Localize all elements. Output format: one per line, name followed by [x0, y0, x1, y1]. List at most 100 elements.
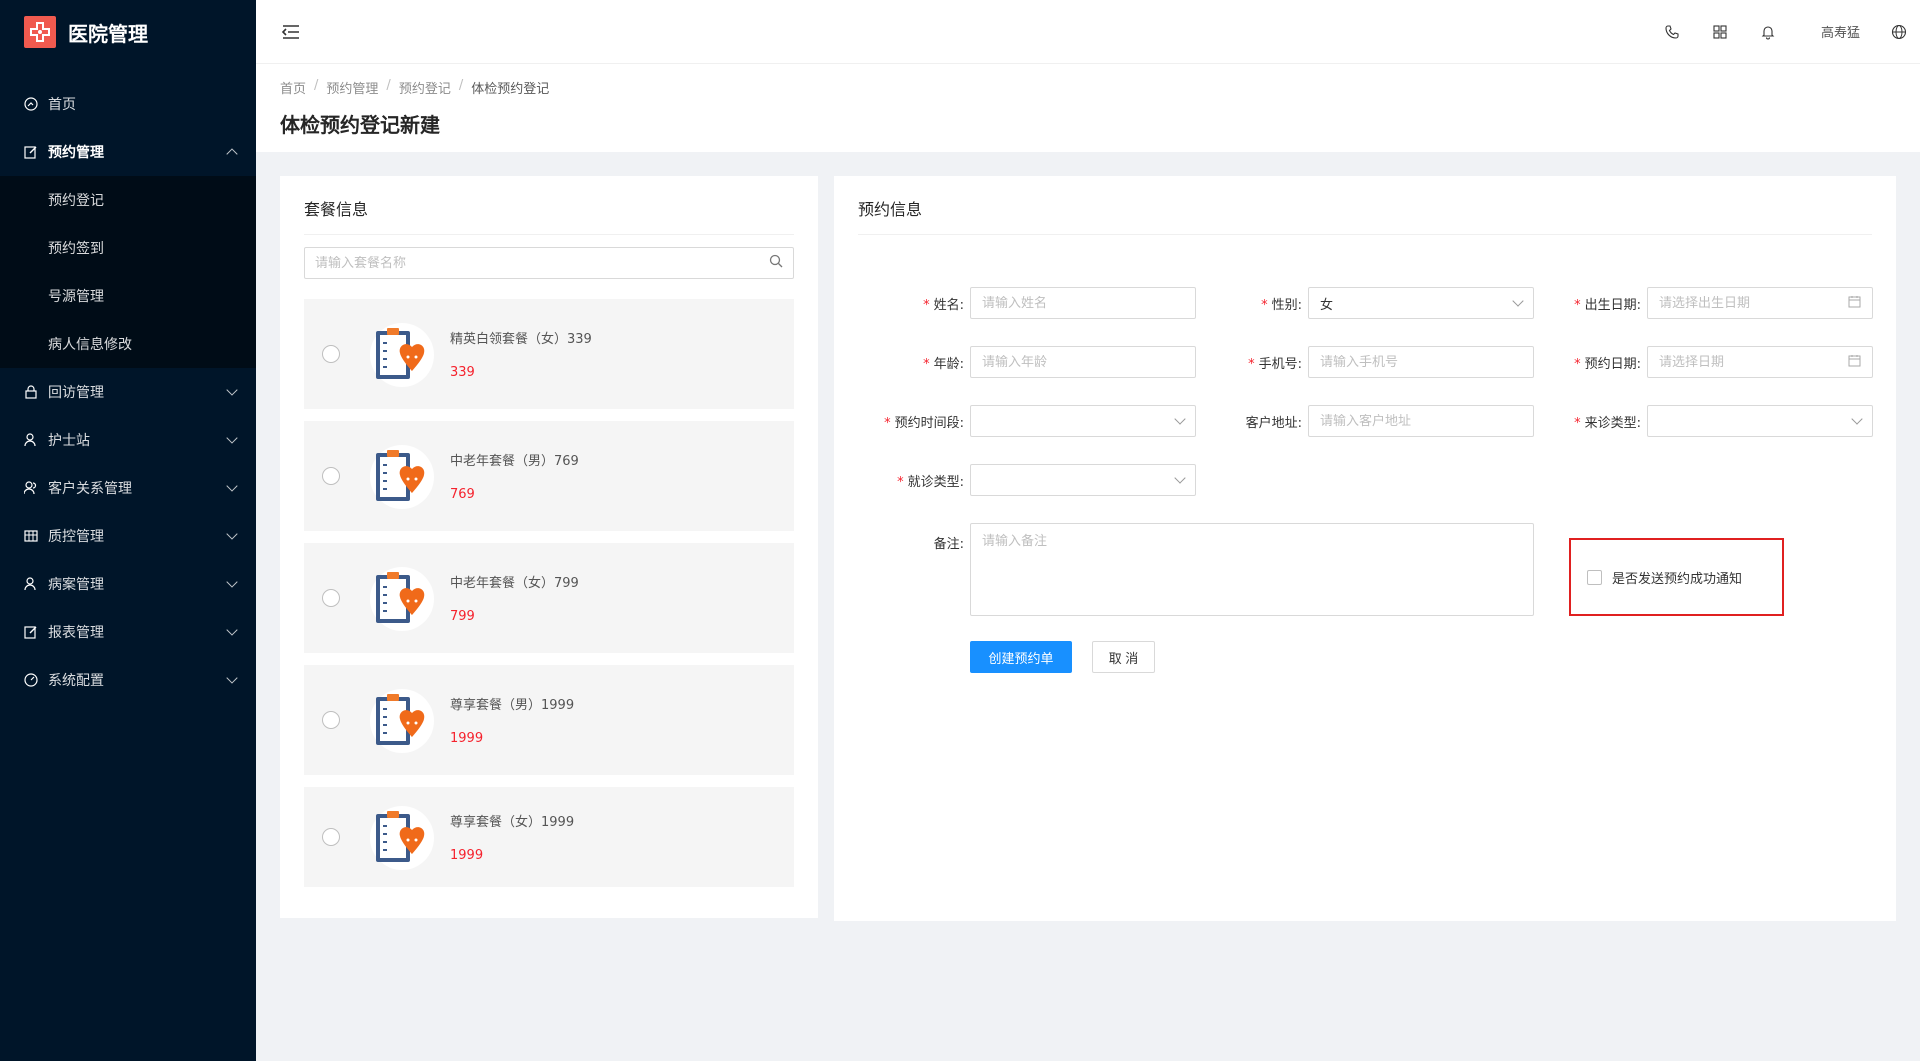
- top-header: 高寿猛: [256, 0, 1920, 64]
- timeslot-select[interactable]: [970, 405, 1196, 437]
- remark-label: 备注:: [933, 537, 964, 552]
- search-icon[interactable]: [769, 254, 783, 272]
- sidebar-item-nurse[interactable]: 护士站: [0, 416, 256, 464]
- remark-textarea[interactable]: [982, 530, 1522, 609]
- sidebar-item-home[interactable]: 首页: [0, 80, 256, 128]
- breadcrumb-appointment[interactable]: 预约管理: [326, 78, 378, 97]
- sidebar-item-checkin[interactable]: 预约签到: [0, 224, 256, 272]
- age-input[interactable]: [982, 354, 1184, 370]
- sidebar-item-settings[interactable]: 系统配置: [0, 656, 256, 704]
- birth-input[interactable]: [1659, 295, 1848, 311]
- sidebar-item-label: 回访管理: [48, 385, 104, 401]
- birth-label: * 出生日期:: [1574, 297, 1641, 313]
- breadcrumb-current: 体检预约登记: [471, 82, 550, 97]
- package-radio[interactable]: [322, 711, 340, 729]
- package-item[interactable]: 尊享套餐（女）1999 1999: [304, 787, 794, 887]
- package-text: 精英白领套餐（女）339 339: [450, 328, 592, 380]
- bell-icon[interactable]: [1759, 23, 1777, 41]
- package-name: 尊享套餐（男）1999: [450, 698, 575, 713]
- field-visit-type: * 来诊类型:: [1547, 405, 1873, 437]
- sidebar-item-slots[interactable]: 号源管理: [0, 272, 256, 320]
- submenu-appointment: 预约登记 预约签到 号源管理 病人信息修改: [0, 176, 256, 368]
- package-list: 精英白领套餐（女）339 339 中老年套餐（男）769 769 中老年套餐（女…: [304, 299, 794, 887]
- package-radio[interactable]: [322, 589, 340, 607]
- clipboard-heart-icon: [366, 441, 436, 511]
- date-input[interactable]: [1659, 354, 1848, 370]
- chevron-up-icon: [226, 148, 238, 160]
- remark-field[interactable]: [970, 523, 1534, 616]
- chevron-down-icon: [226, 432, 238, 444]
- package-text: 尊享套餐（女）1999 1999: [450, 811, 574, 863]
- package-price: 1999: [450, 848, 484, 863]
- sidebar-item-followup[interactable]: 回访管理: [0, 368, 256, 416]
- package-radio[interactable]: [322, 345, 340, 363]
- package-item[interactable]: 中老年套餐（男）769 769: [304, 421, 794, 531]
- address-field[interactable]: [1308, 405, 1534, 437]
- package-price: 769: [450, 487, 475, 502]
- chevron-down-icon: [1174, 472, 1186, 484]
- phone-input[interactable]: [1320, 354, 1522, 370]
- package-search-input[interactable]: [315, 255, 769, 271]
- package-name: 中老年套餐（女）799: [450, 576, 579, 591]
- package-item[interactable]: 尊享套餐（男）1999 1999: [304, 665, 794, 775]
- booking-card-title: 预约信息: [858, 196, 1872, 235]
- globe-icon[interactable]: [1890, 23, 1908, 41]
- sidebar-item-crm[interactable]: 客户关系管理: [0, 464, 256, 512]
- clinic-type-label: * 就诊类型:: [897, 474, 964, 490]
- phone-field[interactable]: [1308, 346, 1534, 378]
- notify-checkbox[interactable]: [1587, 569, 1602, 585]
- apps-icon[interactable]: [1711, 23, 1729, 41]
- clinic-type-select[interactable]: [970, 464, 1196, 496]
- sidebar-item-quality[interactable]: 质控管理: [0, 512, 256, 560]
- visit-type-select[interactable]: [1647, 405, 1873, 437]
- package-price: 799: [450, 609, 475, 624]
- username[interactable]: 高寿猛: [1821, 22, 1860, 41]
- age-field[interactable]: [970, 346, 1196, 378]
- clipboard-heart-icon: [366, 802, 436, 872]
- sidebar: 医院管理 首页 预约管理 预约登记 预约签到 号源管理 病人信息修改 回访管理 …: [0, 0, 256, 1061]
- name-field[interactable]: [970, 287, 1196, 319]
- clipboard-heart-icon: [366, 685, 436, 755]
- field-name: * 姓名:: [870, 287, 1196, 319]
- sidebar-item-patient-edit[interactable]: 病人信息修改: [0, 320, 256, 368]
- dashboard-icon: [24, 673, 38, 687]
- sidebar-item-records[interactable]: 病案管理: [0, 560, 256, 608]
- chevron-down-icon: [1512, 295, 1524, 307]
- menu-fold-icon[interactable]: [280, 21, 302, 43]
- notify-label: 是否发送预约成功通知: [1612, 571, 1743, 587]
- field-remark: 备注:: [870, 533, 964, 552]
- package-price: 1999: [450, 731, 484, 746]
- appointment-date-picker[interactable]: [1647, 346, 1873, 378]
- package-name: 中老年套餐（男）769: [450, 454, 579, 469]
- create-appointment-button[interactable]: 创建预约单: [970, 641, 1072, 673]
- app-title: 医院管理: [68, 21, 148, 46]
- phone-icon[interactable]: [1663, 23, 1681, 41]
- sidebar-menu: 首页 预约管理 预约登记 预约签到 号源管理 病人信息修改 回访管理 护士站 客…: [0, 80, 256, 704]
- field-age: * 年龄:: [870, 346, 1196, 378]
- field-gender: * 性别: 女: [1208, 287, 1534, 319]
- gender-select[interactable]: 女: [1308, 287, 1534, 319]
- breadcrumb-home[interactable]: 首页: [280, 78, 306, 97]
- date-label: * 预约日期:: [1574, 356, 1641, 372]
- user-icon: [24, 577, 38, 591]
- field-clinic-type: * 就诊类型:: [870, 464, 1196, 496]
- package-search[interactable]: [304, 247, 794, 279]
- sidebar-item-reports[interactable]: 报表管理: [0, 608, 256, 656]
- sidebar-item-registration[interactable]: 预约登记: [0, 176, 256, 224]
- page-header: 首页 / 预约管理 / 预约登记 / 体检预约登记 体检预约登记新建: [256, 64, 1920, 152]
- breadcrumb-separator: /: [458, 78, 464, 93]
- birth-date-picker[interactable]: [1647, 287, 1873, 319]
- package-item[interactable]: 中老年套餐（女）799 799: [304, 543, 794, 653]
- package-radio[interactable]: [322, 828, 340, 846]
- chevron-down-icon: [226, 384, 238, 396]
- sidebar-item-appointment[interactable]: 预约管理: [0, 128, 256, 176]
- logo[interactable]: 医院管理: [0, 0, 256, 64]
- notify-option[interactable]: 是否发送预约成功通知: [1569, 538, 1784, 616]
- cancel-button[interactable]: 取 消: [1092, 641, 1155, 673]
- breadcrumb-registration[interactable]: 预约登记: [399, 78, 451, 97]
- name-input[interactable]: [982, 295, 1184, 311]
- package-item[interactable]: 精英白领套餐（女）339 339: [304, 299, 794, 409]
- gender-value: 女: [1320, 297, 1334, 313]
- address-input[interactable]: [1320, 413, 1522, 429]
- package-radio[interactable]: [322, 467, 340, 485]
